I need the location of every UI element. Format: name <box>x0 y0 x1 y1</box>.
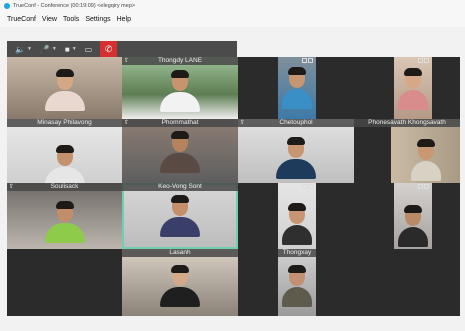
participant-name: Phommathat <box>122 119 238 127</box>
screen-share-icon: ▭ <box>84 44 93 54</box>
participant-tile[interactable]: Lasanh <box>122 249 238 316</box>
participant-video <box>44 69 85 111</box>
chevron-down-icon: ▼ <box>71 46 77 52</box>
participant-video <box>160 195 200 237</box>
participant-name: Lasanh <box>122 249 238 257</box>
tile-controls[interactable] <box>301 184 313 190</box>
participant-name: Chetouphol <box>238 119 354 127</box>
participant-tile[interactable] <box>394 183 432 249</box>
phone-hangup-icon: ✆ <box>104 43 113 54</box>
call-toolbar: 🔈 ▼ 🎤 ▼ ■ ▼ ▭ ✆ <box>7 41 237 57</box>
participant-name: Minasay Philavong <box>7 119 122 127</box>
tile-controls[interactable] <box>417 58 429 64</box>
pin-icon[interactable]: ⇧ <box>9 183 14 191</box>
participant-tile-active-speaker[interactable]: Keo-Vong Sont <box>122 183 238 249</box>
participant-tile[interactable]: Phonesavath Khongsavath <box>354 119 460 183</box>
participant-name: Keo-Vong Sont <box>122 183 238 191</box>
participant-name: Soulisack <box>7 183 122 191</box>
menu-settings[interactable]: Settings <box>85 16 110 23</box>
camera-icon: ■ <box>64 44 70 54</box>
participant-tile[interactable]: Phommathat ⇧ <box>122 119 238 183</box>
participant-tile[interactable]: Chetouphol ⇧ <box>238 119 354 183</box>
participant-tile[interactable] <box>278 57 316 119</box>
participant-tile[interactable]: Thongdy LANE ⇧ <box>122 57 238 119</box>
participant-video <box>160 131 200 173</box>
participant-video <box>276 137 316 179</box>
control-icon <box>302 58 307 63</box>
control-icon <box>418 184 423 189</box>
participant-video <box>282 265 312 307</box>
menu-view[interactable]: View <box>42 16 57 23</box>
menu-help[interactable]: Help <box>117 16 131 23</box>
window-footer <box>0 316 465 331</box>
participant-tile[interactable]: Thongxay <box>278 249 316 316</box>
pin-icon[interactable]: ⇧ <box>124 57 129 65</box>
speaker-icon: 🔈 <box>15 44 25 54</box>
participant-tile[interactable]: Soulisack ⇧ <box>7 183 122 249</box>
hangup-button[interactable]: ✆ <box>100 41 118 57</box>
menu-bar: TrueConf View Tools Settings Help <box>0 11 465 27</box>
screen-share-button[interactable]: ▭ <box>81 41 97 57</box>
participant-tile[interactable]: Minasay Philavong <box>7 119 122 183</box>
microphone-icon: 🎤 <box>39 44 50 54</box>
camera-button[interactable]: ■ ▼ <box>61 41 81 57</box>
participant-video <box>398 68 428 110</box>
participant-video <box>282 203 312 245</box>
participant-name: Thongdy LANE <box>122 57 238 65</box>
speaker-button[interactable]: 🔈 ▼ <box>11 41 36 57</box>
participant-name: Phonesavath Khongsavath <box>354 119 460 127</box>
participant-tile[interactable] <box>394 57 432 119</box>
control-icon <box>424 58 429 63</box>
tile-controls[interactable] <box>301 58 313 64</box>
participant-video <box>44 145 85 183</box>
control-icon <box>418 58 423 63</box>
tile-controls[interactable] <box>417 184 429 190</box>
pin-icon[interactable]: ⇧ <box>124 119 129 127</box>
participant-video <box>160 70 200 112</box>
trueconf-logo-icon <box>4 2 10 9</box>
participant-video <box>282 67 312 109</box>
window-title: TrueConf - Conference (00:19:09) <elegqi… <box>13 2 136 9</box>
participant-tile[interactable] <box>7 57 122 119</box>
control-icon <box>302 184 307 189</box>
menu-trueconf[interactable]: TrueConf <box>7 16 36 23</box>
window-titlebar: TrueConf - Conference (00:19:09) <elegqi… <box>0 0 465 11</box>
control-icon <box>424 184 429 189</box>
participant-tile[interactable] <box>278 183 316 249</box>
participant-video <box>398 205 428 247</box>
participant-name: Thongxay <box>278 249 316 257</box>
control-icon <box>308 184 313 189</box>
participant-video <box>44 201 85 243</box>
chevron-down-icon: ▼ <box>26 46 32 52</box>
microphone-button[interactable]: 🎤 ▼ <box>36 41 61 57</box>
chevron-down-icon: ▼ <box>51 46 57 52</box>
control-icon <box>308 58 313 63</box>
participant-video <box>411 139 442 181</box>
menu-tools[interactable]: Tools <box>63 16 79 23</box>
participant-video <box>160 265 200 307</box>
pin-icon[interactable]: ⇧ <box>240 119 245 127</box>
